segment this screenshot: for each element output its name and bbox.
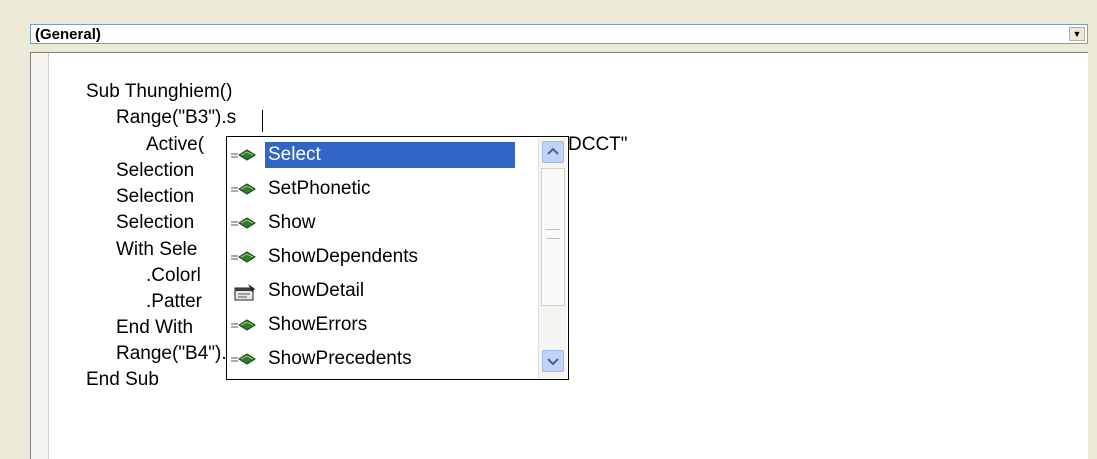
autocomplete-item-showdetail[interactable]: ShowDetail [229, 277, 529, 305]
autocomplete-item-label: ShowDetail [268, 280, 365, 301]
code-line: Range("B3").s [116, 107, 237, 128]
code-line: End Sub [86, 369, 159, 390]
autocomplete-item-showerrors[interactable]: ShowErrors [229, 311, 529, 339]
autocomplete-list[interactable]: Select SetPhonetic Show ShowDependents S… [226, 136, 569, 380]
code-line: .Patter [146, 291, 202, 312]
method-icon [231, 215, 257, 231]
procedure-combo[interactable]: (General) ▼ [30, 24, 1088, 44]
procedure-combo-value: (General) [35, 26, 101, 43]
scroll-thumb[interactable] [541, 168, 565, 306]
editor-margin [31, 53, 49, 459]
scroll-down-button[interactable] [542, 350, 564, 372]
autocomplete-scrollbar[interactable] [538, 138, 567, 378]
autocomplete-item-select[interactable]: Select [229, 141, 529, 169]
property-icon [231, 283, 257, 301]
autocomplete-item-label: ShowDependents [268, 246, 418, 267]
code-line: Selection [116, 186, 195, 207]
code-line: Selection [116, 160, 195, 181]
text-caret [262, 110, 263, 132]
autocomplete-item-label: ShowPrecedents [268, 348, 412, 369]
method-icon [231, 249, 257, 265]
code-line: Active( [146, 134, 205, 155]
autocomplete-item-setphonetic[interactable]: SetPhonetic [229, 175, 529, 203]
autocomplete-item-label: Select [265, 142, 515, 168]
code-line: Sub Thunghiem() [86, 81, 233, 102]
grip-icon [546, 229, 560, 239]
method-icon [231, 351, 257, 367]
method-icon [231, 181, 257, 197]
autocomplete-item-label: Show [268, 212, 316, 233]
code-line: End With [116, 317, 194, 338]
chevron-down-icon[interactable]: ▼ [1069, 27, 1085, 41]
code-line: Selection [116, 212, 195, 233]
scroll-up-button[interactable] [542, 141, 564, 163]
autocomplete-item-label: ShowErrors [268, 314, 368, 335]
autocomplete-item-show[interactable]: Show [229, 209, 529, 237]
chevron-down-icon [547, 358, 559, 366]
autocomplete-item-label: SetPhonetic [268, 178, 371, 199]
method-icon [231, 147, 257, 163]
autocomplete-item-showprecedents[interactable]: ShowPrecedents [229, 345, 529, 373]
autocomplete-item-showdependents[interactable]: ShowDependents [229, 243, 529, 271]
code-line: .Colorl [146, 265, 201, 286]
method-icon [231, 317, 257, 333]
code-fragment-right: DCCT" [568, 134, 628, 155]
code-line: With Sele [116, 239, 198, 260]
chevron-up-icon [547, 147, 559, 155]
